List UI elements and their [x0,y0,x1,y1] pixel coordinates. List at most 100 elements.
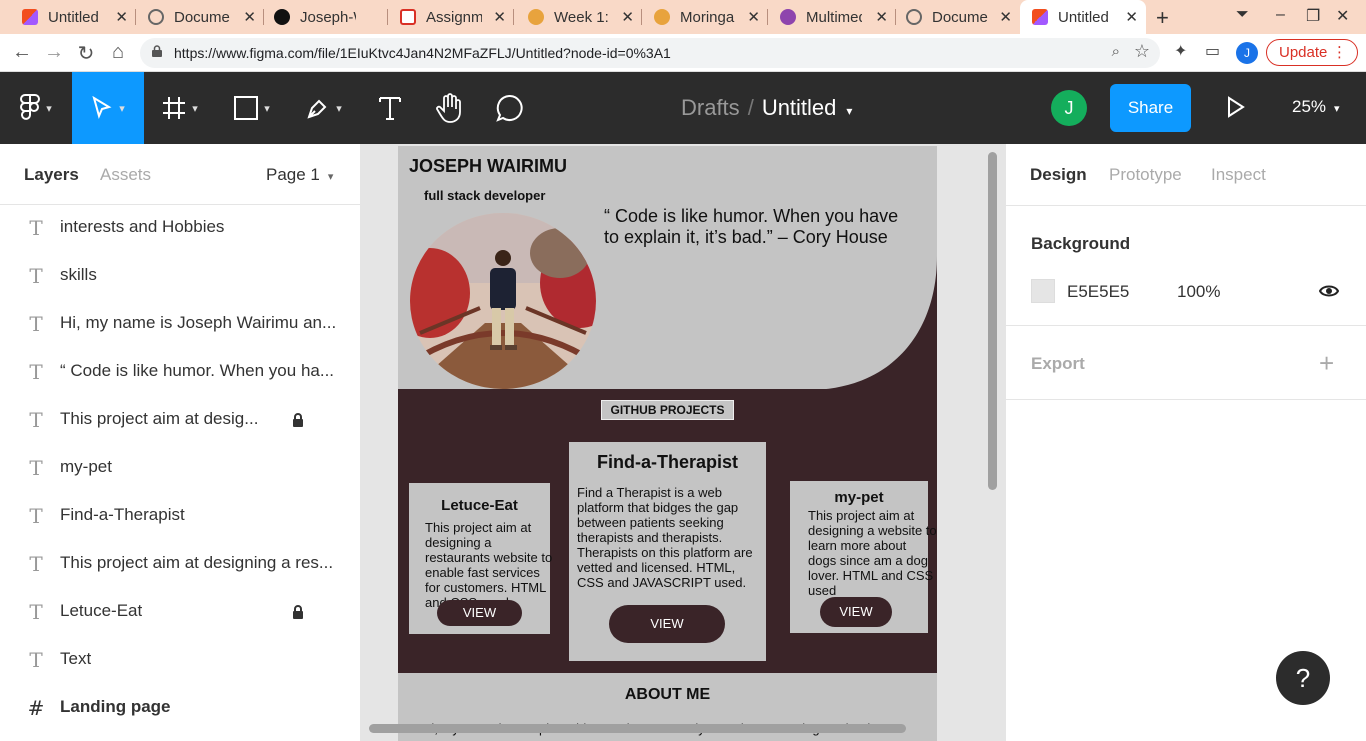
lock-icon[interactable] [292,413,304,427]
browser-tab[interactable]: Assignme ✕ [388,0,514,34]
browser-tab[interactable]: Document ✕ [896,0,1020,34]
chevron-down-icon[interactable]: ▾ [846,104,852,118]
tab-prototype[interactable]: Prototype [1109,165,1182,185]
view-button[interactable]: VIEW [437,600,522,626]
layer-row[interactable]: T Text [0,636,360,684]
browser-tab[interactable]: Multimed ✕ [768,0,896,34]
frame-tool[interactable]: ▾ [144,72,216,144]
close-tab-icon[interactable]: ✕ [747,8,760,26]
hero-role[interactable]: full stack developer [424,188,545,203]
project-card-letuce-eat[interactable]: Letuce-Eat This project aim at designing… [409,483,552,634]
layer-row-frame[interactable]: # Landing page [0,684,360,732]
close-tab-icon[interactable]: ✕ [115,8,128,26]
background-opacity-field[interactable]: 100% [1177,282,1220,302]
help-button[interactable]: ? [1276,651,1330,705]
bookmark-star-icon[interactable]: ☆ [1134,41,1150,62]
card-body: Find a Therapist is a web platform that … [577,485,753,590]
browser-tab[interactable]: Week 1: I ✕ [514,0,642,34]
breadcrumb[interactable]: Drafts / Untitled ▾ [681,95,852,121]
present-play-icon[interactable] [1227,96,1245,118]
close-window-icon[interactable]: ✕ [1336,6,1349,26]
forward-icon[interactable]: → [42,41,66,64]
tab-assets[interactable]: Assets [100,165,151,185]
view-button[interactable]: VIEW [609,605,725,643]
close-tab-icon[interactable]: ✕ [243,8,256,26]
horizontal-scrollbar[interactable] [369,724,906,733]
update-button[interactable]: Update ⋮ [1266,39,1358,66]
reload-icon[interactable]: ↻ [74,41,98,66]
lock-icon[interactable] [292,605,304,619]
layer-row[interactable]: T This project aim at desig... [0,396,360,444]
background-swatch[interactable] [1031,279,1055,303]
card-title: Find-a-Therapist [596,452,738,472]
zoom-lens-icon[interactable]: ⌕ [1112,43,1120,60]
github-icon [274,9,290,25]
text-layer-icon: T [29,600,43,624]
frame-icon [163,97,186,119]
tab-design[interactable]: Design [1030,165,1087,185]
layer-row[interactable]: T Letuce-Eat [0,588,360,636]
file-name[interactable]: Untitled [762,95,837,120]
address-bar-row: ← → ↻ ⌂ https://www.figma.com/file/1EIuK… [0,34,1366,72]
lock-icon [152,45,162,57]
browser-tab-active[interactable]: Untitled ✕ [1020,0,1146,34]
browser-tab[interactable]: Document ✕ [136,0,264,34]
profile-photo[interactable] [410,213,596,389]
browser-tab[interactable]: Joseph-W [264,0,388,34]
zoom-dropdown[interactable]: 25% ▾ [1292,97,1340,117]
browser-tab[interactable]: Untitled ✕ [8,0,136,34]
layer-row[interactable]: Tskills [0,252,360,300]
layer-row[interactable]: T Hi, my name is Joseph Wairimu an... [0,300,360,348]
layer-row[interactable]: T Find-a-Therapist [0,492,360,540]
project-card-find-a-therapist[interactable]: Find-a-Therapist Find a Therapist is a w… [569,442,766,661]
profile-avatar[interactable]: J [1236,42,1258,64]
layer-row[interactable]: T This project aim at designing a res... [0,540,360,588]
add-export-icon[interactable]: + [1319,348,1334,379]
about-me-heading[interactable]: ABOUT ME [398,686,937,704]
hero-name[interactable]: JOSEPH WAIRIMU [409,156,567,177]
project-card-my-pet[interactable]: my-pet This project aim at designing a w… [790,481,937,633]
comment-tool[interactable] [480,72,540,144]
close-tab-icon[interactable]: ✕ [493,8,506,26]
layer-row[interactable]: T “ Code is like humor. When you ha... [0,348,360,396]
user-avatar[interactable]: J [1051,90,1087,126]
share-button[interactable]: Share [1110,84,1191,132]
page-selector[interactable]: Page 1 ▾ [266,165,333,185]
close-tab-icon[interactable]: ✕ [875,8,888,26]
close-tab-icon[interactable]: ✕ [1125,8,1138,26]
url-field[interactable]: https://www.figma.com/file/1EIuKtvc4Jan4… [140,38,1160,68]
layer-row[interactable]: Tmy-pet [0,444,360,492]
new-tab-button[interactable]: + [1156,5,1169,31]
text-layer-icon: T [29,504,43,528]
figma-menu-button[interactable]: ▾ [0,72,72,144]
back-icon[interactable]: ← [10,41,34,64]
tab-inspect[interactable]: Inspect [1211,165,1266,185]
background-hex-field[interactable]: E5E5E5 [1067,282,1129,302]
restore-icon[interactable]: ❐ [1306,6,1320,26]
pen-tool[interactable]: ▾ [288,72,360,144]
github-projects-heading[interactable]: GITHUB PROJECTS [601,400,734,420]
multimedia-icon [780,9,796,25]
extensions-icon[interactable]: ✦ [1174,41,1187,61]
minimize-icon[interactable]: – [1276,6,1285,24]
cast-icon[interactable]: ▭ [1205,41,1220,61]
tab-layers[interactable]: Layers [24,165,79,185]
text-icon [379,97,401,120]
shape-tool[interactable]: ▾ [216,72,288,144]
home-icon[interactable]: ⌂ [106,41,130,64]
eye-icon[interactable] [1319,284,1339,298]
landing-page-frame[interactable]: JOSEPH WAIRIMU full stack developer “ Co… [398,146,937,741]
layer-row[interactable]: Tinterests and Hobbies [0,204,360,252]
breadcrumb-drafts[interactable]: Drafts [681,95,740,120]
chevron-down-icon: ▾ [327,171,334,183]
vertical-scrollbar[interactable] [988,152,997,490]
move-tool[interactable]: ▾ [72,72,144,144]
hand-tool[interactable] [420,72,480,144]
text-tool[interactable] [360,72,420,144]
close-tab-icon[interactable]: ✕ [621,8,634,26]
hero-quote[interactable]: “ Code is like humor. When you have to e… [604,206,904,248]
tab-search-icon[interactable]: ⏷ [1236,6,1249,24]
view-button[interactable]: VIEW [820,597,892,627]
browser-tab[interactable]: Moringa ✕ [642,0,768,34]
close-tab-icon[interactable]: ✕ [999,8,1012,26]
